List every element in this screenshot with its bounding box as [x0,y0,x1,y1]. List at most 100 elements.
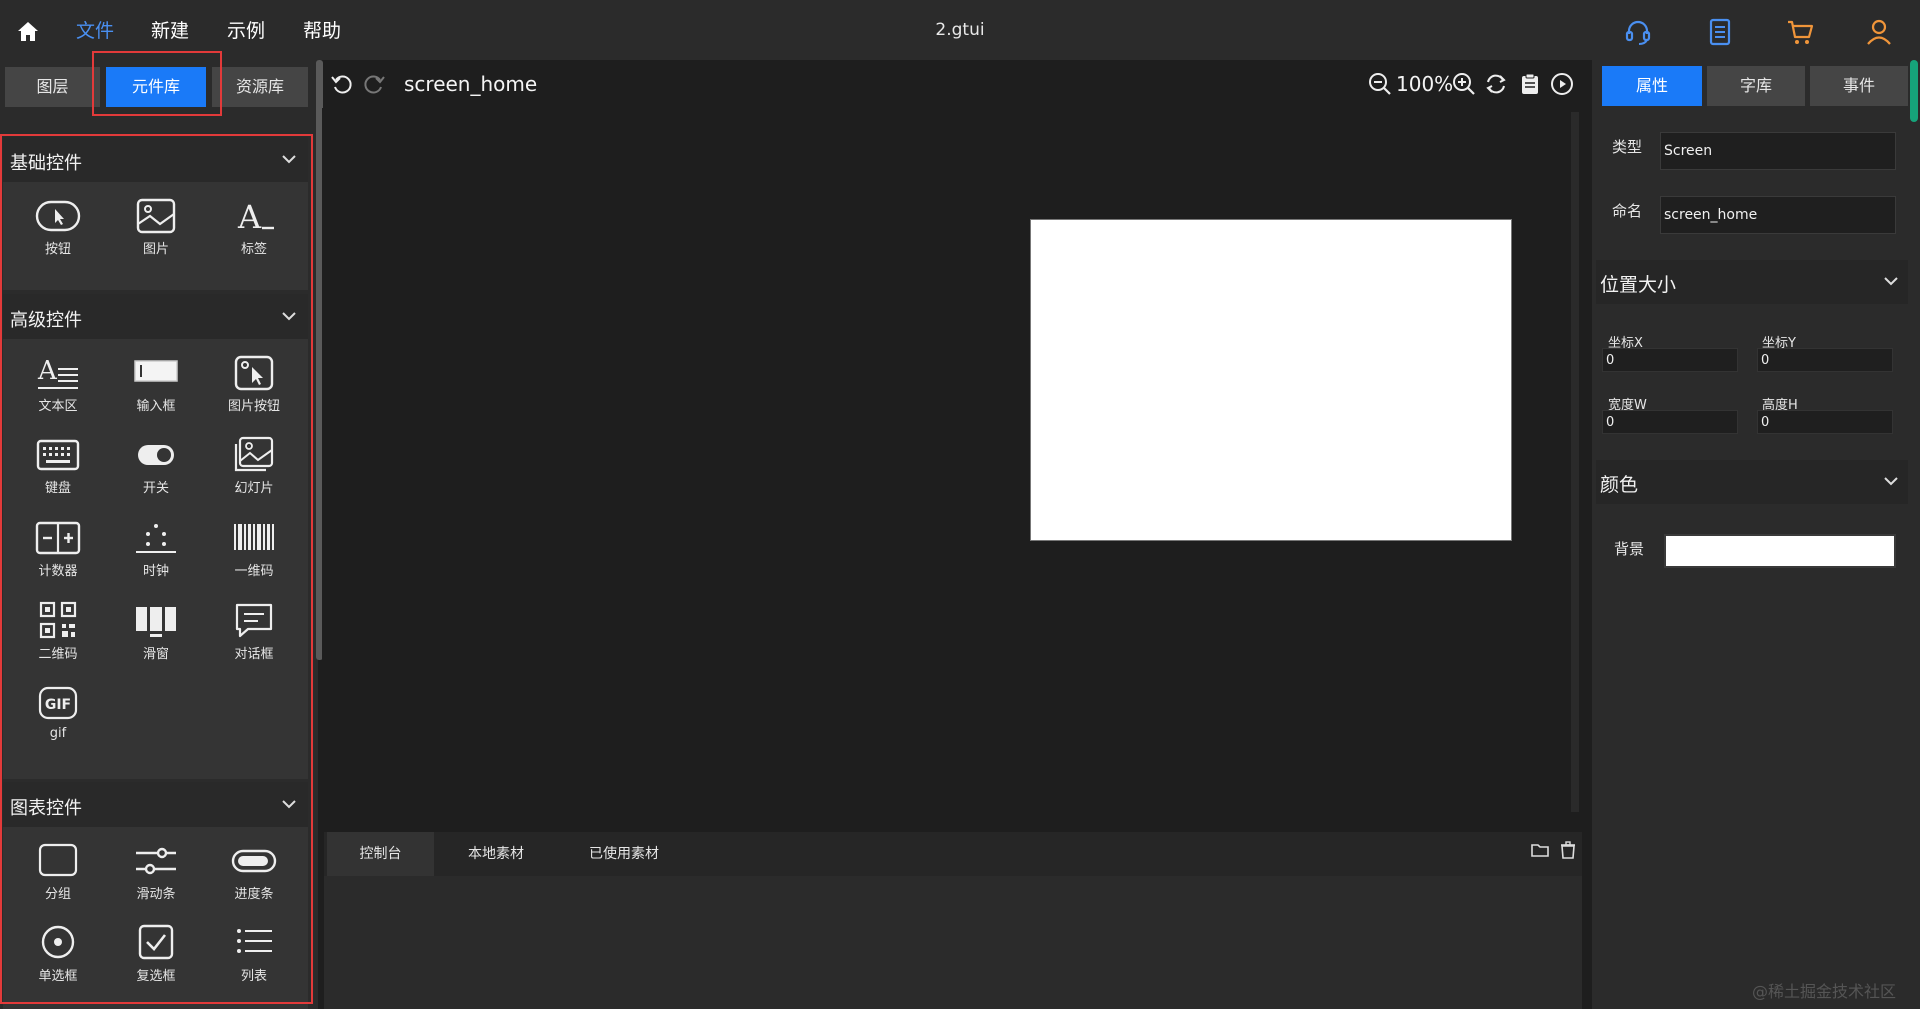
textarea-icon: A [37,356,78,389]
section-basic-body: 按钮 图片 A 标签 [3,182,308,290]
right-panel: 属性 字库 事件 类型 命名 位置大小 坐标X 坐标Y 宽度W 高度H 颜色 背… [1592,60,1920,1009]
background-color-swatch[interactable] [1664,534,1896,568]
switch-icon [138,445,174,465]
widget-qrcode[interactable]: 二维码 [10,595,106,671]
canvas-area[interactable] [322,108,1578,814]
widget-clock[interactable]: 时钟 [108,512,204,588]
h-field[interactable] [1757,410,1893,434]
menu-new[interactable]: 新建 [151,16,189,43]
y-field[interactable] [1757,348,1893,372]
widget-checkbox[interactable]: 复选框 [108,917,204,993]
zoom-out-icon[interactable] [1368,72,1392,96]
barcode-icon [234,524,274,550]
color-title: 颜色 [1600,474,1639,496]
refresh-icon[interactable] [1484,72,1508,96]
widget-dialog[interactable]: 对话框 [206,595,302,671]
widget-label: 输入框 [136,399,176,414]
folder-icon[interactable] [1530,840,1550,860]
widget-label: 滑窗 [142,647,169,662]
tab-component-library[interactable]: 元件库 [106,67,206,107]
counter-icon [35,521,81,555]
widget-label: 时钟 [142,564,169,579]
menu-example[interactable]: 示例 [227,16,265,43]
widget-label-control[interactable]: A 标签 [206,190,302,266]
widget-slider[interactable]: 滑动条 [108,835,204,911]
tab-used-assets[interactable]: 已使用素材 [560,832,688,876]
left-tabs: 图层 元件库 资源库 [0,60,318,120]
widget-group[interactable]: 分组 [10,835,106,911]
chevron-down-icon [282,312,296,321]
zoom-in-icon[interactable] [1452,72,1476,96]
widget-slideshow[interactable]: 幻灯片 [206,429,302,505]
image-icon [136,198,176,234]
widget-barcode[interactable]: 一维码 [206,512,302,588]
chevron-down-icon [282,800,296,809]
qrcode-icon [39,601,77,639]
widget-list[interactable]: 列表 [206,917,302,993]
menubar: 文件 新建 示例 帮助 2.gtui [0,0,1920,60]
tab-events[interactable]: 事件 [1810,66,1908,106]
document-icon[interactable] [1705,17,1735,47]
section-advanced-title: 高级控件 [10,310,82,331]
widget-label: gif [49,726,67,741]
section-chart-body: 分组 滑动条 进度条 单选框 复选框 列表 [3,827,308,1009]
button-icon [35,200,81,232]
widget-label: 图片 [142,242,169,257]
widget-gif[interactable]: GIF gif [10,678,106,754]
widget-switch[interactable]: 开关 [108,429,204,505]
headset-icon[interactable] [1623,17,1653,47]
color-header[interactable]: 颜色 [1596,460,1908,504]
section-basic-header[interactable]: 基础控件 [3,137,308,182]
widget-keyboard[interactable]: 键盘 [10,429,106,505]
background-label: 背景 [1614,540,1645,558]
menu-help[interactable]: 帮助 [303,16,341,43]
tab-font-library[interactable]: 字库 [1707,66,1805,106]
widget-counter[interactable]: 计数器 [10,512,106,588]
clipboard-icon[interactable] [1518,72,1542,96]
tab-local-assets[interactable]: 本地素材 [440,832,552,876]
tab-console[interactable]: 控制台 [327,832,434,876]
x-field[interactable] [1602,348,1738,372]
widget-image-button[interactable]: 图片按钮 [206,347,302,423]
widget-sliding-window[interactable]: 滑窗 [108,595,204,671]
label-icon: A [237,198,274,236]
tab-layers[interactable]: 图层 [5,67,100,107]
tab-properties[interactable]: 属性 [1602,66,1702,106]
widget-radio[interactable]: 单选框 [10,917,106,993]
trash-icon[interactable] [1558,840,1578,860]
widget-input-box[interactable]: 输入框 [108,347,204,423]
widget-label: 一维码 [234,564,274,579]
name-label: 命名 [1612,202,1643,220]
dialog-icon [235,603,273,638]
w-field[interactable] [1602,410,1738,434]
widget-image[interactable]: 图片 [108,190,204,266]
position-size-header[interactable]: 位置大小 [1596,260,1908,304]
tab-resource-library[interactable]: 资源库 [212,67,308,107]
cart-icon[interactable] [1785,17,1815,47]
section-chart-title: 图表控件 [10,798,82,819]
widget-label: 滑动条 [136,887,176,902]
section-chart-header[interactable]: 图表控件 [3,782,308,827]
user-icon[interactable] [1864,17,1894,47]
play-icon[interactable] [1550,72,1574,96]
widget-button[interactable]: 按钮 [10,190,106,266]
screen-preview[interactable] [1030,219,1512,541]
section-advanced-header[interactable]: 高级控件 [3,294,308,339]
redo-icon[interactable] [362,72,386,96]
right-scrollbar[interactable] [1910,60,1918,122]
canvas-scrollbar[interactable] [1571,112,1579,812]
widget-label: 列表 [240,969,267,984]
input-box-icon [134,360,178,382]
list-icon [237,929,272,953]
group-icon [38,843,78,877]
type-label: 类型 [1612,138,1643,156]
undo-icon[interactable] [330,72,354,96]
console-panel: 控制台 本地素材 已使用素材 [324,832,1582,1009]
menu-file[interactable]: 文件 [76,16,114,43]
name-field[interactable] [1660,196,1896,234]
widget-textarea[interactable]: A 文本区 [10,347,106,423]
widget-progressbar[interactable]: 进度条 [206,835,302,911]
home-icon[interactable] [16,20,40,42]
type-field[interactable] [1660,132,1896,170]
image-button-icon [234,355,274,391]
